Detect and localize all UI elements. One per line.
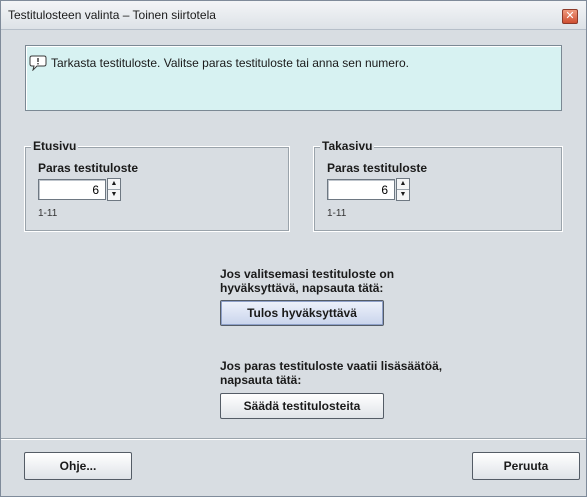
adjust-prompt-line2: napsauta tätä: (220, 373, 302, 387)
back-side-legend: Takasivu (320, 139, 375, 153)
title-bar[interactable]: Testitulosteen valinta – Toinen siirtote… (1, 1, 586, 30)
adjust-prompt: Jos paras testituloste vaatii lisäsäätöä… (220, 359, 442, 387)
adjust-prompt-line1: Jos paras testituloste vaatii lisäsäätöä… (220, 359, 443, 373)
front-range-hint: 1-11 (38, 208, 58, 219)
front-increment-icon[interactable]: ▲ (108, 179, 120, 190)
back-side-group: Takasivu Paras testituloste 6 ▲ ▼ 1-11 (313, 139, 563, 232)
close-icon[interactable]: ✕ (562, 9, 578, 24)
front-best-print-input[interactable]: 6 (38, 179, 106, 200)
accept-result-button[interactable]: Tulos hyväksyttävä (220, 300, 384, 326)
accept-prompt-line1: Jos valitsemasi testituloste on (220, 267, 395, 281)
adjust-prints-button[interactable]: Säädä testitulosteita (220, 393, 384, 419)
back-decrement-icon[interactable]: ▼ (397, 190, 409, 200)
back-spinner: ▲ ▼ (396, 178, 410, 201)
speech-bubble-icon (29, 55, 47, 71)
front-best-print-label: Paras testituloste (38, 161, 139, 175)
accept-prompt: Jos valitsemasi testituloste on hyväksyt… (220, 267, 394, 295)
back-increment-icon[interactable]: ▲ (397, 179, 409, 190)
cancel-button[interactable]: Peruuta (472, 452, 580, 480)
front-side-group: Etusivu Paras testituloste 6 ▲ ▼ 1-11 (24, 139, 290, 232)
front-spinner: ▲ ▼ (107, 178, 121, 201)
front-decrement-icon[interactable]: ▼ (108, 190, 120, 200)
message-text: Tarkasta testituloste. Valitse paras tes… (51, 56, 409, 70)
footer-separator (1, 438, 586, 440)
window-title: Testitulosteen valinta – Toinen siirtote… (8, 8, 216, 22)
message-box: Tarkasta testituloste. Valitse paras tes… (25, 45, 562, 111)
help-button[interactable]: Ohje... (24, 452, 132, 480)
dialog-window: Testitulosteen valinta – Toinen siirtote… (0, 0, 587, 497)
front-side-legend: Etusivu (31, 139, 79, 153)
accept-prompt-line2: hyväksyttävä, napsauta tätä: (220, 281, 384, 295)
back-range-hint: 1-11 (327, 208, 347, 219)
back-best-print-input[interactable]: 6 (327, 179, 395, 200)
back-best-print-label: Paras testituloste (327, 161, 428, 175)
